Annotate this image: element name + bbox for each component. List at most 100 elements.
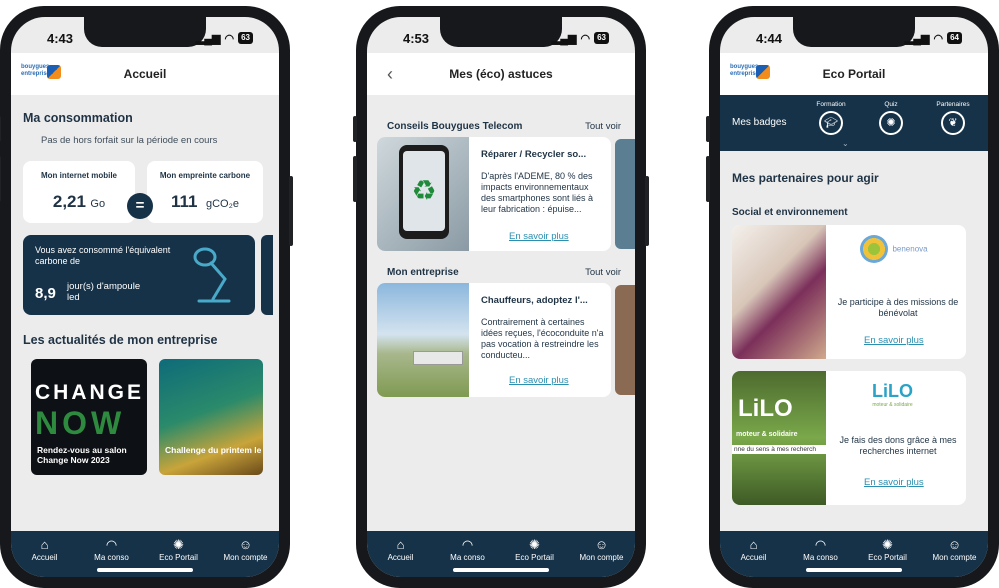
status-bar: 4:43 ▂▄▆ ◠ 63 <box>11 17 279 53</box>
screen: 4:43 ▂▄▆ ◠ 63 bouygues entreprises Accueil… <box>11 17 279 577</box>
page-title: Mes (éco) astuces <box>449 67 553 81</box>
equivalence-card[interactable]: Vous avez consommé l'équivalent carbone … <box>23 235 255 315</box>
tab-eco-portail[interactable]: ✺ Eco Portail <box>858 537 918 562</box>
tip-card[interactable]: Chauffeurs, adoptez l'... Contrairement … <box>377 283 611 397</box>
screen: 4:53 ▂▄▆ ◠ 63 ‹ Mes (éco) astuces Conseils… <box>367 17 635 577</box>
tab-ma-conso[interactable]: ◠ Ma conso <box>438 537 498 562</box>
equivalence-value: 8,9 <box>35 285 56 302</box>
equals-icon: = <box>127 193 153 219</box>
chevron-down-icon[interactable]: ⌄ <box>842 139 849 148</box>
graduation-icon: 🎓︎ <box>819 111 843 135</box>
page-title: Accueil <box>123 67 167 81</box>
learn-more-link[interactable]: En savoir plus <box>509 375 569 386</box>
partner-card[interactable]: benenova Je participe à des missions de … <box>732 225 966 359</box>
tab-bar: ⌂ Accueil ◠ Ma conso ✺ Eco Portail ☺ Mon com… <box>720 531 988 577</box>
tab-accueil[interactable]: ⌂ Accueil <box>371 537 431 562</box>
signal-icon: ▂▄▆ <box>195 32 221 45</box>
lightbulb-icon: ✺ <box>529 537 540 552</box>
tab-ma-conso[interactable]: ◠ Ma conso <box>791 537 851 562</box>
clock: 4:43 <box>47 30 74 46</box>
partner-card[interactable]: LiLO moteur & solidaire nne du sens à me… <box>732 371 966 505</box>
battery-icon: 63 <box>594 32 609 44</box>
home-icon: ⌂ <box>749 537 758 552</box>
tab-mon-compte[interactable]: ☺ Mon compte <box>925 537 985 562</box>
learn-more-link[interactable]: En savoir plus <box>864 335 924 346</box>
news-card[interactable]: Challenge du printem le YOGA time <box>159 359 263 475</box>
tab-accueil[interactable]: ⌂ Accueil <box>724 537 784 562</box>
phone-accueil: 4:43 ▂▄▆ ◠ 63 bouygues entreprises Accueil… <box>0 6 293 588</box>
see-all-link[interactable]: Tout voir <box>585 121 621 132</box>
back-icon[interactable]: ‹ <box>387 64 393 85</box>
lightbulb-icon: ✺ <box>173 537 184 552</box>
signal-icon: ▂▄▆ <box>904 32 930 45</box>
battery-icon: 64 <box>947 32 962 44</box>
next-card-peek <box>261 235 273 315</box>
tab-mon-compte[interactable]: ☺ Mon compte <box>572 537 632 562</box>
truck-photo <box>377 283 469 397</box>
section-title: Mon entreprise <box>387 267 459 278</box>
learn-more-link[interactable]: En savoir plus <box>864 477 924 488</box>
wifi-icon: ◠ <box>933 32 944 45</box>
signal-icon: ▂▄▆ <box>551 32 577 45</box>
tab-bar: ⌂ Accueil ◠ Ma conso ✺ Eco Portail ☺ Mon com… <box>367 531 635 577</box>
app-header: ‹ Mes (éco) astuces <box>367 53 635 95</box>
status-bar: 4:53 ▂▄▆ ◠ 63 <box>367 17 635 53</box>
account-icon: ☺ <box>238 537 253 552</box>
tab-accueil[interactable]: ⌂ Accueil <box>15 537 75 562</box>
benenova-logo: benenova <box>860 235 928 263</box>
internet-value: 2,21 <box>52 192 86 211</box>
desk-lamp-icon <box>193 247 231 303</box>
clock: 4:53 <box>403 30 430 46</box>
see-all-link[interactable]: Tout voir <box>585 267 621 278</box>
bouygues-logo: bouygues entreprises <box>730 64 770 84</box>
wifi-icon: ◠ <box>224 32 235 45</box>
tab-eco-portail[interactable]: ✺ Eco Portail <box>505 537 565 562</box>
no-overage-text: Pas de hors forfait sur la période en co… <box>41 135 218 146</box>
next-card-peek <box>615 285 635 395</box>
internet-card[interactable]: Mon internet mobile 2,21 Go <box>23 161 135 223</box>
gauge-icon: ◠ <box>105 537 118 552</box>
handshake-icon: ❦ <box>941 111 965 135</box>
news-title: Les actualités de mon entreprise <box>23 333 218 347</box>
social-title: Social et environnement <box>732 207 848 218</box>
wifi-icon: ◠ <box>580 32 591 45</box>
account-icon: ☺ <box>947 537 962 552</box>
home-icon: ⌂ <box>40 537 49 552</box>
phone-astuces: 4:53 ▂▄▆ ◠ 63 ‹ Mes (éco) astuces Conseils… <box>353 6 649 588</box>
next-card-peek <box>615 139 635 249</box>
badge-formation[interactable]: Formation 🎓︎ <box>806 101 856 135</box>
badge-quiz[interactable]: Quiz ✺ <box>866 101 916 135</box>
lightbulb-icon: ✺ <box>879 111 903 135</box>
lightbulb-icon: ✺ <box>882 537 893 552</box>
carbon-card[interactable]: Mon empreinte carbone 111 gCO₂e <box>147 161 263 223</box>
partners-title: Mes partenaires pour agir <box>732 171 879 185</box>
tab-bar: ⌂ Accueil ◠ Ma conso ✺ Eco Portail ☺ Mon com… <box>11 531 279 577</box>
app-header: bouygues entreprises Eco Portail <box>720 53 988 95</box>
lilo-logo: LiLO moteur & solidaire <box>872 381 913 408</box>
clock: 4:44 <box>756 30 783 46</box>
screen: 4:44 ▂▄▆ ◠ 64 bouygues entreprises Eco Por… <box>720 17 988 577</box>
phone-eco-portail: 4:44 ▂▄▆ ◠ 64 bouygues entreprises Eco Por… <box>706 6 999 588</box>
tab-ma-conso[interactable]: ◠ Ma conso <box>82 537 142 562</box>
volunteers-photo <box>732 225 826 359</box>
news-card[interactable]: CHANGE NOW Rendez-vous au salon Change N… <box>31 359 147 475</box>
tab-eco-portail[interactable]: ✺ Eco Portail <box>149 537 209 562</box>
recycle-icon: ♻ <box>403 151 445 231</box>
status-bar: 4:44 ▂▄▆ ◠ 64 <box>720 17 988 53</box>
gauge-icon: ◠ <box>814 537 827 552</box>
carbon-value: 111 <box>171 192 198 211</box>
badges-bar: Mes badges Formation 🎓︎ Quiz ✺ Partenair… <box>720 95 988 151</box>
tip-card[interactable]: ♻ Réparer / Recycler so... D'après l'ADE… <box>377 137 611 251</box>
app-header: bouygues entreprises Accueil <box>11 53 279 95</box>
learn-more-link[interactable]: En savoir plus <box>509 231 569 242</box>
tab-mon-compte[interactable]: ☺ Mon compte <box>216 537 276 562</box>
page-title: Eco Portail <box>822 67 886 81</box>
home-icon: ⌂ <box>396 537 405 552</box>
recycle-photo: ♻ <box>377 137 469 251</box>
lilo-photo: LiLO moteur & solidaire nne du sens à me… <box>732 371 826 505</box>
badge-partenaires[interactable]: Partenaires ❦ <box>926 101 980 135</box>
account-icon: ☺ <box>594 537 609 552</box>
consumption-title: Ma consommation <box>23 111 133 125</box>
section-title: Conseils Bouygues Telecom <box>387 121 523 132</box>
gauge-icon: ◠ <box>461 537 474 552</box>
